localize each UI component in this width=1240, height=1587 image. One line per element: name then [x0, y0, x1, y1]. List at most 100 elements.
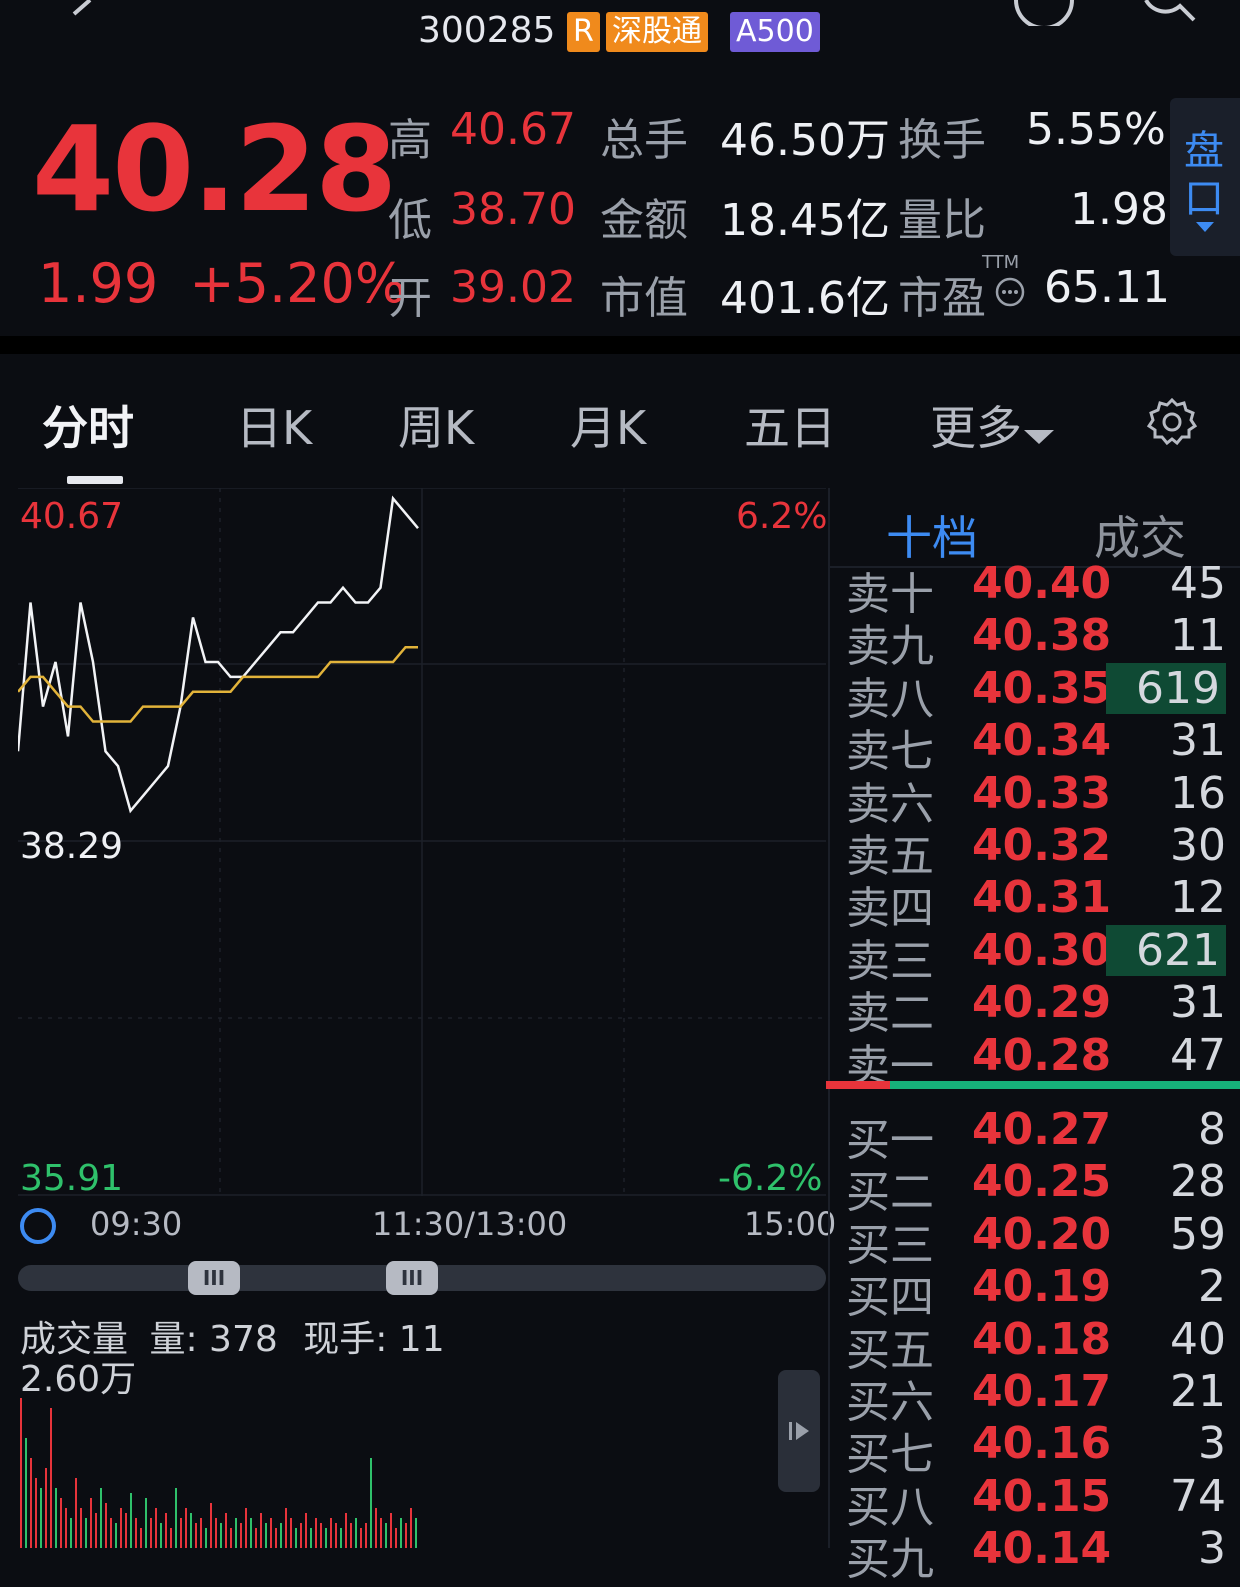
volume-bar: [145, 1498, 147, 1548]
vol-ratio-label: 量比: [898, 195, 986, 246]
search-icon[interactable]: [1140, 0, 1200, 26]
level-quantity: 12: [1170, 872, 1226, 924]
level-price: 40.33: [972, 767, 1112, 819]
bid-row[interactable]: 买六 40.17 21: [846, 1366, 1226, 1428]
side-expand-button[interactable]: [778, 1370, 820, 1492]
volume-bar: [415, 1518, 417, 1548]
open-value: 39.02: [450, 262, 576, 313]
settings-gear-icon[interactable]: [1146, 396, 1198, 448]
intraday-chart[interactable]: [18, 488, 826, 1196]
level-quantity: 8: [1198, 1104, 1226, 1155]
volume-bar: [195, 1523, 197, 1548]
volume-bar: [85, 1518, 87, 1548]
volume-bar: [150, 1518, 152, 1548]
volume-bar: [280, 1523, 282, 1548]
open-label: 开: [388, 273, 432, 324]
level-quantity: 3: [1198, 1523, 1226, 1575]
tab-intraday[interactable]: 分时: [42, 392, 134, 458]
volume-bar: [350, 1523, 352, 1548]
tab-weekly-k[interactable]: 周K: [398, 392, 474, 458]
bid-row[interactable]: 买三 40.20 59: [846, 1209, 1226, 1271]
volume-bar: [45, 1468, 47, 1548]
level-quantity: 28: [1170, 1156, 1226, 1208]
pe-label: 市盈: [898, 273, 986, 324]
bid-row[interactable]: 买一 40.27 8: [846, 1104, 1226, 1166]
volume-bars: [20, 1398, 417, 1548]
circle-toggle-icon[interactable]: [18, 1206, 58, 1246]
ask-row[interactable]: 卖七 40.34 31: [846, 715, 1226, 777]
level-price: 40.38: [972, 610, 1112, 662]
high-value: 40.67: [450, 104, 576, 155]
volume-bar: [160, 1523, 162, 1548]
y-axis-top-label: 40.67: [20, 496, 124, 537]
volume-bar: [390, 1513, 392, 1548]
bid-row[interactable]: 买二 40.25 28: [846, 1156, 1226, 1218]
volume-bar: [140, 1528, 142, 1548]
turnover-value: 5.55%: [1026, 104, 1166, 155]
back-arrow-icon[interactable]: [60, 0, 110, 20]
level-quantity: 11: [1170, 610, 1226, 662]
volume-bar: [320, 1523, 322, 1548]
level-quantity: 47: [1170, 1029, 1226, 1081]
volume-bar: [170, 1528, 172, 1548]
volume-bar: [375, 1508, 377, 1548]
last-price: 40.28: [32, 100, 397, 238]
high-label: 高: [388, 115, 432, 166]
bid-row[interactable]: 买四 40.19 2: [846, 1261, 1226, 1323]
range-handle-left[interactable]: III: [188, 1261, 240, 1295]
volume-bar: [345, 1513, 347, 1548]
tab-five-day[interactable]: 五日: [744, 392, 836, 458]
volume-bar: [165, 1513, 167, 1548]
volume-bar: [185, 1508, 187, 1548]
level-price: 40.28: [972, 1029, 1112, 1081]
volume-bar: [260, 1513, 262, 1548]
pct-top-label: 6.2%: [736, 496, 828, 537]
tab-daily-k[interactable]: 日K: [236, 392, 312, 458]
change-percent: +5.20%: [189, 252, 407, 315]
range-handle-right[interactable]: III: [386, 1261, 438, 1295]
ask-row[interactable]: 卖五 40.32 30: [846, 820, 1226, 882]
panko-button[interactable]: 盘 口: [1170, 98, 1240, 256]
price-line: [18, 495, 419, 814]
ask-row[interactable]: 卖三 40.30 621: [846, 924, 1226, 987]
level-price: 40.25: [972, 1156, 1112, 1208]
volume-bar: [65, 1508, 67, 1548]
tab-monthly-k[interactable]: 月K: [570, 392, 646, 458]
volume-bar: [330, 1518, 332, 1548]
ask-row[interactable]: 卖二 40.29 31: [846, 977, 1226, 1039]
bid-row[interactable]: 买八 40.15 74: [846, 1471, 1226, 1533]
ask-row[interactable]: 卖六 40.33 16: [846, 767, 1226, 830]
amount-value: 18.45亿: [720, 195, 890, 246]
ask-row[interactable]: 卖九 40.38 11: [846, 610, 1226, 672]
ask-row[interactable]: 卖十 40.40 45: [846, 558, 1226, 620]
volume-bar: [130, 1493, 132, 1548]
volume-bar: [155, 1508, 157, 1548]
more-info-icon[interactable]: [994, 276, 1026, 308]
ask-row[interactable]: 卖八 40.35 619: [846, 662, 1226, 725]
refresh-icon[interactable]: [1010, 0, 1080, 26]
tab-more[interactable]: 更多: [930, 392, 1054, 458]
ask-row[interactable]: 卖一 40.28 47: [846, 1029, 1226, 1092]
ask-row[interactable]: 卖四 40.31 12: [846, 872, 1226, 934]
volume-bar: [290, 1518, 292, 1548]
time-start-label: 09:30: [90, 1205, 183, 1243]
tag-shenguntong: 深股通: [606, 12, 708, 52]
level-price: 40.30: [972, 924, 1112, 976]
low-value: 38.70: [450, 184, 576, 235]
volume-bar: [370, 1458, 372, 1548]
bid-row[interactable]: 买九 40.14 3: [846, 1523, 1226, 1585]
price-change: 1.99 +5.20%: [38, 252, 406, 315]
depth-bar-sell: [826, 1081, 890, 1089]
volume-bar: [95, 1513, 97, 1548]
volume-bar: [335, 1523, 337, 1548]
volume-bar: [250, 1518, 252, 1548]
pe-value: 65.11: [1044, 262, 1170, 313]
volume-bar: [120, 1508, 122, 1548]
bid-row[interactable]: 买七 40.16 3: [846, 1418, 1226, 1480]
volume-value: 46.50万: [720, 115, 890, 166]
volume-bar: [205, 1528, 207, 1548]
y-axis-bottom-label: 35.91: [20, 1158, 124, 1199]
bid-row[interactable]: 买五 40.18 40: [846, 1314, 1226, 1376]
volume-bar: [400, 1518, 402, 1548]
volume-bar: [295, 1528, 297, 1548]
